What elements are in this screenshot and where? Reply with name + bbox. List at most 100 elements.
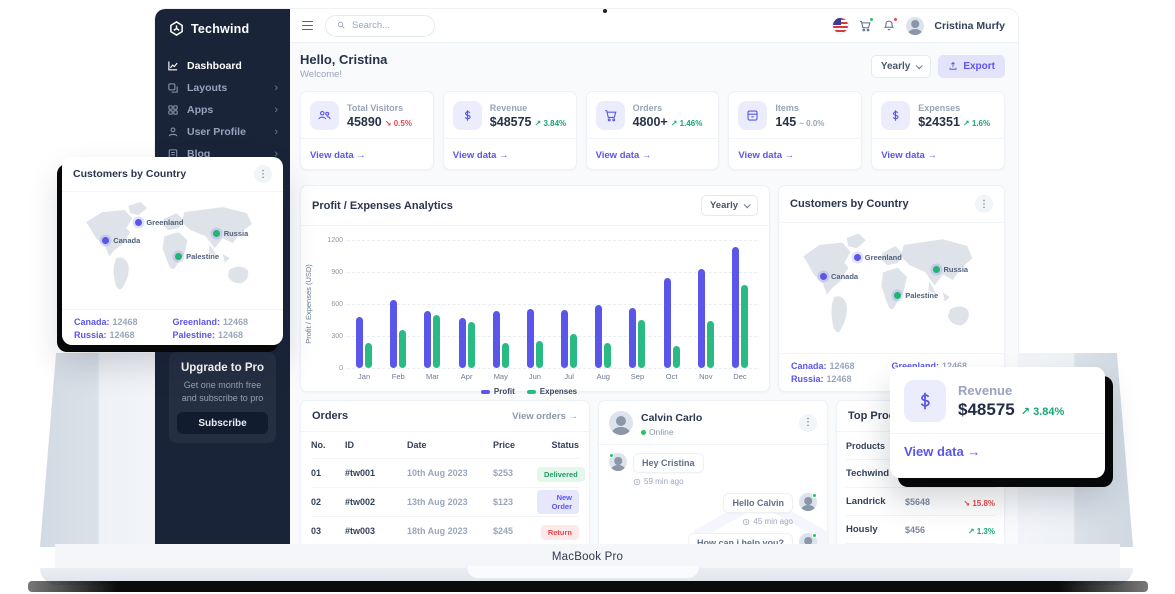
stat-card-top: Orders4800+↗ 1.46%	[587, 92, 719, 138]
cart-icon[interactable]	[858, 19, 872, 33]
stat-card-footer: View data →	[872, 138, 1004, 169]
legend-label: Expenses	[540, 387, 577, 396]
laptop-floor-shadow	[28, 581, 1148, 592]
clock-icon	[742, 518, 750, 526]
view-data-link[interactable]: View data →	[738, 150, 794, 161]
sidebar-item-user-profile[interactable]: User Profile›	[155, 121, 290, 143]
map-marker-greenland[interactable]: Greenland	[854, 253, 902, 262]
view-data-link[interactable]: View data →	[904, 444, 980, 459]
profit-bar	[629, 308, 636, 368]
product-delta: ↘ 15.8%	[953, 493, 995, 511]
stat-label: Expenses	[918, 103, 990, 113]
y-axis-label: Profit / Expenses (USD)	[304, 264, 313, 344]
sidebar-item-layouts[interactable]: Layouts›	[155, 77, 290, 99]
stat-delta: ↗ 3.84%	[535, 119, 567, 128]
sidebar-item-label: Apps	[187, 104, 266, 116]
map-marker-russia[interactable]: Russia	[933, 265, 969, 274]
table-row[interactable]: Landrick$5648↘ 15.8%	[846, 488, 995, 516]
profit-bar	[356, 317, 363, 368]
profit-bar	[732, 247, 739, 368]
status-badge: New Order	[537, 490, 579, 514]
stat-label: Total Visitors	[347, 103, 412, 113]
expenses-bar	[433, 315, 440, 368]
map-marker-greenland[interactable]: Greenland	[135, 218, 183, 227]
view-data-link[interactable]: View data →	[310, 150, 366, 161]
stat-card-revenue: Revenue$48575↗ 3.84% View data →	[443, 91, 577, 170]
map-marker-palestine[interactable]: Palestine	[175, 252, 219, 261]
map-marker-canada[interactable]: Canada	[102, 236, 140, 245]
orders-column-header: Status	[537, 440, 579, 450]
country-value: 12468	[223, 317, 248, 327]
subscribe-button[interactable]: Subscribe	[177, 412, 268, 434]
time-text: 59 min ago	[644, 477, 684, 486]
user-avatar[interactable]	[906, 17, 924, 35]
marker-label: Greenland	[865, 253, 902, 262]
table-row[interactable]: 01#tw00110th Aug 2023$253Delivered	[311, 459, 579, 488]
upgrade-title: Upgrade to Pro	[177, 362, 268, 374]
bar-group-jul	[552, 240, 586, 368]
x-tick-label: Aug	[586, 372, 620, 381]
layouts-icon	[167, 82, 179, 94]
stat-card-items: Items145~ 0.0% View data →	[728, 91, 862, 170]
period-select[interactable]: Yearly	[871, 55, 931, 78]
marker-dot	[820, 273, 827, 280]
upgrade-text: Get one month free and subscribe to pro	[177, 379, 268, 404]
sidebar-item-apps[interactable]: Apps ›	[155, 99, 290, 121]
order-date: 13th Aug 2023	[407, 497, 493, 507]
stat-card-footer: View data →	[301, 138, 433, 169]
upgrade-box: Upgrade to Pro Get one month free and su…	[169, 352, 276, 443]
menu-toggle-icon[interactable]	[300, 18, 315, 34]
view-data-link[interactable]: View data →	[453, 150, 509, 161]
search-input[interactable]	[352, 20, 422, 31]
stat-cards-row: Total Visitors45890↘ 0.5%View data →Reve…	[300, 91, 1005, 170]
kebab-menu-icon[interactable]: ⋮	[799, 414, 817, 432]
notifications-badge	[893, 17, 898, 22]
stat-texts: Revenue$48575↗ 3.84%	[490, 103, 566, 129]
kebab-menu-icon[interactable]: ⋮	[254, 165, 272, 183]
stat-texts: Items145~ 0.0%	[775, 103, 824, 129]
brand[interactable]: Techwind	[155, 9, 290, 47]
stat-card-top: Total Visitors45890↘ 0.5%	[301, 92, 433, 138]
map-marker-palestine[interactable]: Palestine	[894, 291, 938, 300]
marker-dot	[933, 266, 940, 273]
stat-label: Items	[775, 103, 824, 113]
export-button[interactable]: Export	[938, 55, 1005, 78]
stat-card-orders: Orders4800+↗ 1.46% View data →	[586, 91, 720, 170]
order-id: #tw002	[345, 497, 407, 507]
chart-period-select[interactable]: Yearly	[701, 195, 758, 216]
stat-card-total-visitors: Total Visitors45890↘ 0.5% View data →	[300, 91, 434, 170]
notifications-bell-icon[interactable]	[882, 19, 896, 33]
view-data-link[interactable]: View data →	[881, 150, 937, 161]
bar-group-feb	[381, 240, 415, 368]
table-row[interactable]: Hously$456↗ 1.3%	[846, 516, 995, 544]
stat-value: $48575↗ 3.84%	[490, 115, 566, 129]
techwind-logo-icon	[169, 21, 184, 36]
y-tick-label: 1200	[321, 237, 343, 244]
country-value: 12468	[830, 361, 855, 371]
view-data-link[interactable]: View data →	[596, 150, 652, 161]
view-orders-link[interactable]: View orders →	[512, 411, 578, 422]
search-box[interactable]	[325, 15, 435, 37]
profit-bar	[459, 318, 466, 368]
map-marker-russia[interactable]: Russia	[213, 229, 249, 238]
stat-value: $24351↗ 1.6%	[918, 115, 990, 129]
sidebar-item-dashboard[interactable]: Dashboard	[155, 55, 290, 77]
table-row[interactable]: 03#tw00318th Aug 2023$245Return	[311, 517, 579, 546]
kebab-menu-icon[interactable]: ⋮	[975, 195, 993, 213]
export-icon	[948, 61, 958, 71]
map-marker-canada[interactable]: Canada	[820, 272, 858, 281]
world-map: Canada Greenland Russia Palestine	[779, 223, 1004, 353]
marker-label: Canada	[831, 272, 858, 281]
page-header: Hello, Cristina Welcome! Yearly Export	[290, 43, 1018, 88]
order-status-cell: Delivered	[537, 464, 585, 482]
chevron-right-icon: ›	[274, 105, 278, 116]
language-flag-icon[interactable]	[833, 18, 848, 33]
world-map: Canada Greenland Russia Palestine	[62, 192, 283, 309]
dashboard-icon	[167, 60, 179, 72]
user-name[interactable]: Cristina Murfy	[934, 20, 1005, 32]
dollar-icon	[453, 101, 482, 130]
expenses-bar	[673, 346, 680, 368]
country-value: 12468	[110, 330, 135, 340]
legend-item-profit: Profit	[481, 387, 515, 396]
table-row[interactable]: 02#tw00213th Aug 2023$123New Order	[311, 488, 579, 517]
